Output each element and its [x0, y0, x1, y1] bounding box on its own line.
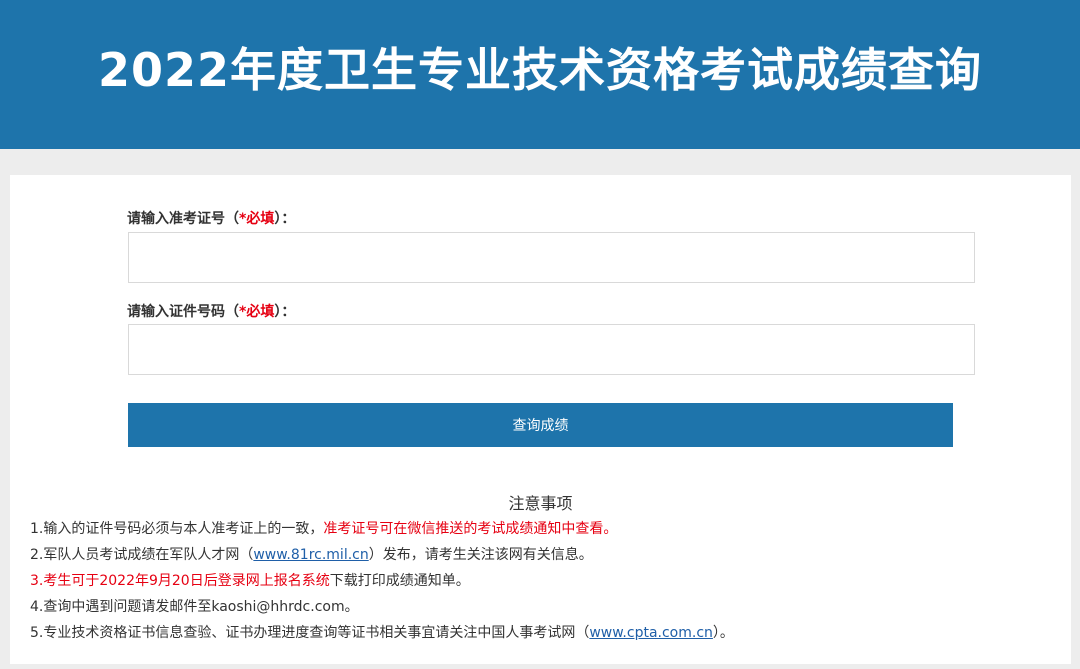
military-talent-link[interactable]: www.81rc.mil.cn: [253, 547, 368, 563]
note-text: 1.输入的证件号码必须与本人准考证上的一致，: [30, 521, 324, 537]
notes-list: 1.输入的证件号码必须与本人准考证上的一致，准考证号可在微信推送的考试成绩通知中…: [30, 516, 1060, 646]
id-no-input[interactable]: [128, 324, 975, 375]
note-item-4: 4.查询中遇到问题请发邮件至kaoshi@hhrdc.com。: [30, 594, 1060, 620]
exam-no-label-suffix: ）：: [274, 211, 296, 227]
notes-title: 注意事项: [508, 494, 573, 513]
note-text: 2.军队人员考试成绩在军队人才网（: [30, 547, 254, 563]
note-text: 4.查询中遇到问题请发邮件至kaoshi@hhrdc.com。: [30, 599, 359, 615]
page-header: 2022年度卫生专业技术资格考试成绩查询: [0, 0, 1080, 149]
note-item-1: 1.输入的证件号码必须与本人准考证上的一致，准考证号可在微信推送的考试成绩通知中…: [30, 516, 1060, 542]
required-mark: *必填: [239, 211, 275, 227]
page-title: 2022年度卫生专业技术资格考试成绩查询: [97, 42, 983, 97]
id-no-label-text: 请输入证件号码（: [127, 304, 239, 320]
note-highlight: 准考证号可在微信推送的考试成绩通知中查看。: [323, 521, 618, 537]
query-score-button[interactable]: 查询成绩: [128, 403, 953, 447]
id-no-label-suffix: ）：: [274, 304, 296, 320]
note-item-5: 5.专业技术资格证书信息查验、证书办理进度查询等证书相关事宜请关注中国人事考试网…: [30, 620, 1060, 646]
exam-no-label-text: 请输入准考证号（: [127, 211, 239, 227]
note-text: 3.考生可于: [30, 573, 100, 589]
note-highlight: 2022年9月20日后登录网上报名系统: [99, 573, 330, 589]
exam-no-input[interactable]: [128, 232, 975, 283]
note-item-2: 2.军队人员考试成绩在军队人才网（www.81rc.mil.cn）发布，请考生关…: [30, 542, 1060, 568]
note-text: 下载打印成绩通知单。: [329, 573, 470, 589]
id-no-label: 请输入证件号码（*必填）：: [127, 301, 295, 321]
note-text: ）发布，请考生关注该网有关信息。: [368, 547, 593, 563]
note-item-3: 3.考生可于2022年9月20日后登录网上报名系统下载打印成绩通知单。: [30, 568, 1060, 594]
exam-no-label: 请输入准考证号（*必填）：: [127, 208, 295, 228]
note-text: 5.专业技术资格证书信息查验、证书办理进度查询等证书相关事宜请关注中国人事考试网…: [30, 625, 590, 641]
required-mark: *必填: [239, 304, 275, 320]
query-form-card: 请输入准考证号（*必填）： 请输入证件号码（*必填）： 查询成绩 注意事项 1.…: [10, 175, 1071, 664]
note-text: ）。: [712, 625, 734, 641]
cpta-link[interactable]: www.cpta.com.cn: [589, 625, 713, 641]
